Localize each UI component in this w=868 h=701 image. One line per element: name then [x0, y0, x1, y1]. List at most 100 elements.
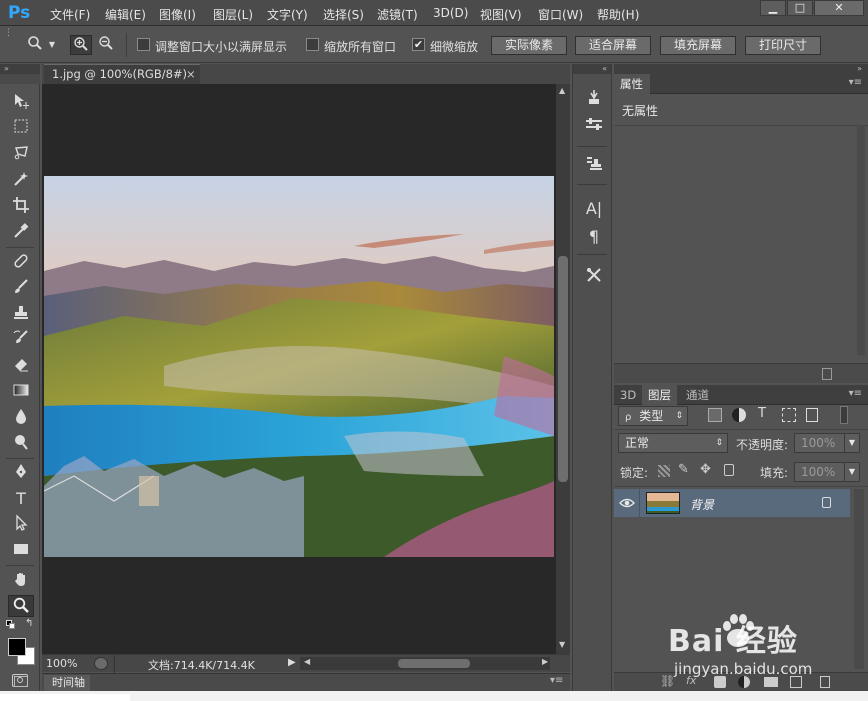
menu-view[interactable]: 视图(V): [480, 6, 522, 23]
shape-filter-icon[interactable]: [782, 408, 796, 422]
layers-scrollbar[interactable]: [854, 489, 864, 669]
status-menu-icon[interactable]: ▶: [288, 657, 296, 668]
adjustment-filter-icon[interactable]: [732, 408, 746, 422]
new-group-icon[interactable]: [764, 677, 778, 687]
smart-object-filter-icon[interactable]: [806, 408, 818, 422]
lock-transparent-pixels-icon[interactable]: [658, 465, 670, 477]
zoom-level[interactable]: 100%: [46, 657, 77, 670]
actual-pixels-button[interactable]: 实际像素: [491, 36, 567, 55]
chevron-down-icon[interactable]: ▼: [46, 35, 58, 55]
menu-window[interactable]: 窗口(W): [538, 6, 583, 23]
marquee-tool-icon[interactable]: [8, 117, 34, 139]
tab-layers[interactable]: 图层: [642, 385, 677, 405]
zoom-out-icon[interactable]: [95, 35, 117, 55]
vertical-scroll-thumb[interactable]: [558, 256, 568, 482]
trash-icon[interactable]: [822, 368, 832, 380]
menu-file[interactable]: 文件(F): [50, 6, 90, 23]
opacity-slider-toggle[interactable]: ▼: [844, 433, 860, 453]
lock-image-pixels-icon[interactable]: ✎: [678, 462, 689, 477]
history-panel-icon[interactable]: [583, 88, 605, 110]
zoom-all-windows-checkbox[interactable]: [306, 38, 319, 51]
crop-tool-icon[interactable]: [8, 196, 34, 218]
new-layer-icon[interactable]: [790, 676, 802, 688]
menu-help[interactable]: 帮助(H): [597, 6, 639, 23]
lock-position-icon[interactable]: ✥: [700, 462, 711, 477]
layer-row[interactable]: 背景: [614, 489, 850, 517]
menu-layer[interactable]: 图层(L): [213, 6, 253, 23]
blend-mode-dropdown[interactable]: 正常 ⇕: [618, 433, 728, 453]
fit-screen-button[interactable]: 适合屏幕: [575, 36, 651, 55]
blur-tool-icon[interactable]: [8, 407, 34, 429]
tab-3d[interactable]: 3D: [614, 385, 642, 405]
menu-edit[interactable]: 编辑(E): [105, 6, 146, 23]
default-colors-icon[interactable]: [6, 620, 16, 630]
filter-toggle[interactable]: [840, 406, 848, 424]
new-adjustment-layer-icon[interactable]: [738, 676, 750, 688]
scrubby-zoom-checkbox[interactable]: ✔: [412, 38, 425, 51]
zoom-tool-preset-icon[interactable]: [24, 35, 46, 55]
pixel-filter-icon[interactable]: [708, 408, 722, 422]
fill-slider-toggle[interactable]: ▼: [844, 462, 860, 482]
clone-stamp-tool-icon[interactable]: [8, 304, 34, 326]
collapse-toolbar-icon[interactable]: »: [0, 64, 40, 74]
brush-tool-icon[interactable]: [8, 278, 34, 300]
eyedropper-tool-icon[interactable]: [8, 222, 34, 244]
layer-style-icon[interactable]: fx: [686, 674, 696, 687]
layer-filter-dropdown[interactable]: ρ 类型 ⇕: [618, 406, 688, 426]
type-tool-icon[interactable]: T: [8, 488, 34, 510]
opacity-input[interactable]: 100%: [794, 433, 846, 453]
menu-image[interactable]: 图像(I): [159, 6, 196, 23]
timeline-tab[interactable]: 时间轴: [44, 675, 90, 691]
properties-scrollbar[interactable]: [857, 125, 865, 355]
add-mask-icon[interactable]: [714, 676, 726, 688]
hand-tool-icon[interactable]: [8, 570, 34, 592]
paragraph-panel-icon[interactable]: ¶: [583, 226, 605, 248]
rectangle-tool-icon[interactable]: [8, 540, 34, 562]
resize-windows-checkbox[interactable]: [137, 38, 150, 51]
delete-layer-icon[interactable]: [820, 676, 830, 688]
magic-wand-tool-icon[interactable]: [8, 170, 34, 192]
brush-presets-panel-icon[interactable]: [583, 266, 605, 288]
print-size-button[interactable]: 打印尺寸: [745, 36, 821, 55]
menu-select[interactable]: 选择(S): [323, 6, 364, 23]
path-selection-tool-icon[interactable]: [8, 514, 34, 536]
scroll-down-icon[interactable]: ▼: [559, 640, 565, 649]
swap-colors-icon[interactable]: ↰: [25, 618, 33, 629]
menu-filter[interactable]: 滤镜(T): [377, 6, 418, 23]
close-tab-icon[interactable]: ×: [186, 65, 196, 84]
scroll-right-icon[interactable]: ▶: [542, 657, 548, 666]
panel-menu-icon[interactable]: ▾≡: [849, 388, 862, 399]
layer-visibility-eye-icon[interactable]: [614, 489, 640, 517]
pen-tool-icon[interactable]: [8, 462, 34, 484]
scroll-up-icon[interactable]: ▲: [559, 86, 565, 95]
foreground-color-swatch[interactable]: [8, 638, 26, 656]
close-window-button[interactable]: ✕: [814, 0, 864, 16]
minimize-button[interactable]: ▁: [760, 0, 786, 16]
link-layers-icon[interactable]: ⛓: [660, 674, 675, 688]
panel-menu-icon[interactable]: ▾≡: [849, 77, 862, 88]
properties-tab[interactable]: 属性: [614, 74, 650, 94]
screen-mode-icon[interactable]: [14, 676, 28, 687]
menu-3d[interactable]: 3D(D): [433, 6, 468, 20]
zoom-tool-icon[interactable]: [8, 595, 34, 617]
tool-presets-panel-icon[interactable]: [583, 154, 605, 176]
eraser-tool-icon[interactable]: [8, 355, 34, 377]
maximize-button[interactable]: □: [787, 0, 813, 16]
horizontal-scrollbar[interactable]: ◀ ▶: [300, 657, 550, 670]
character-panel-icon[interactable]: A|: [583, 198, 605, 220]
history-brush-tool-icon[interactable]: [8, 329, 34, 351]
dodge-tool-icon[interactable]: [8, 433, 34, 455]
panel-menu-icon[interactable]: ▾≡: [550, 675, 563, 686]
menu-type[interactable]: 文字(Y): [267, 6, 308, 23]
expand-panels-icon[interactable]: «: [573, 64, 611, 74]
layer-name[interactable]: 背景: [690, 496, 714, 513]
zoom-in-icon[interactable]: [70, 35, 92, 55]
status-info-icon[interactable]: [94, 657, 108, 670]
adjustments-panel-icon[interactable]: [583, 116, 605, 138]
scroll-left-icon[interactable]: ◀: [304, 657, 310, 666]
type-filter-icon[interactable]: T: [758, 406, 766, 421]
healing-brush-tool-icon[interactable]: [8, 252, 34, 274]
lock-all-icon[interactable]: [724, 464, 734, 476]
gradient-tool-icon[interactable]: [8, 381, 34, 403]
fill-input[interactable]: 100%: [794, 462, 846, 482]
